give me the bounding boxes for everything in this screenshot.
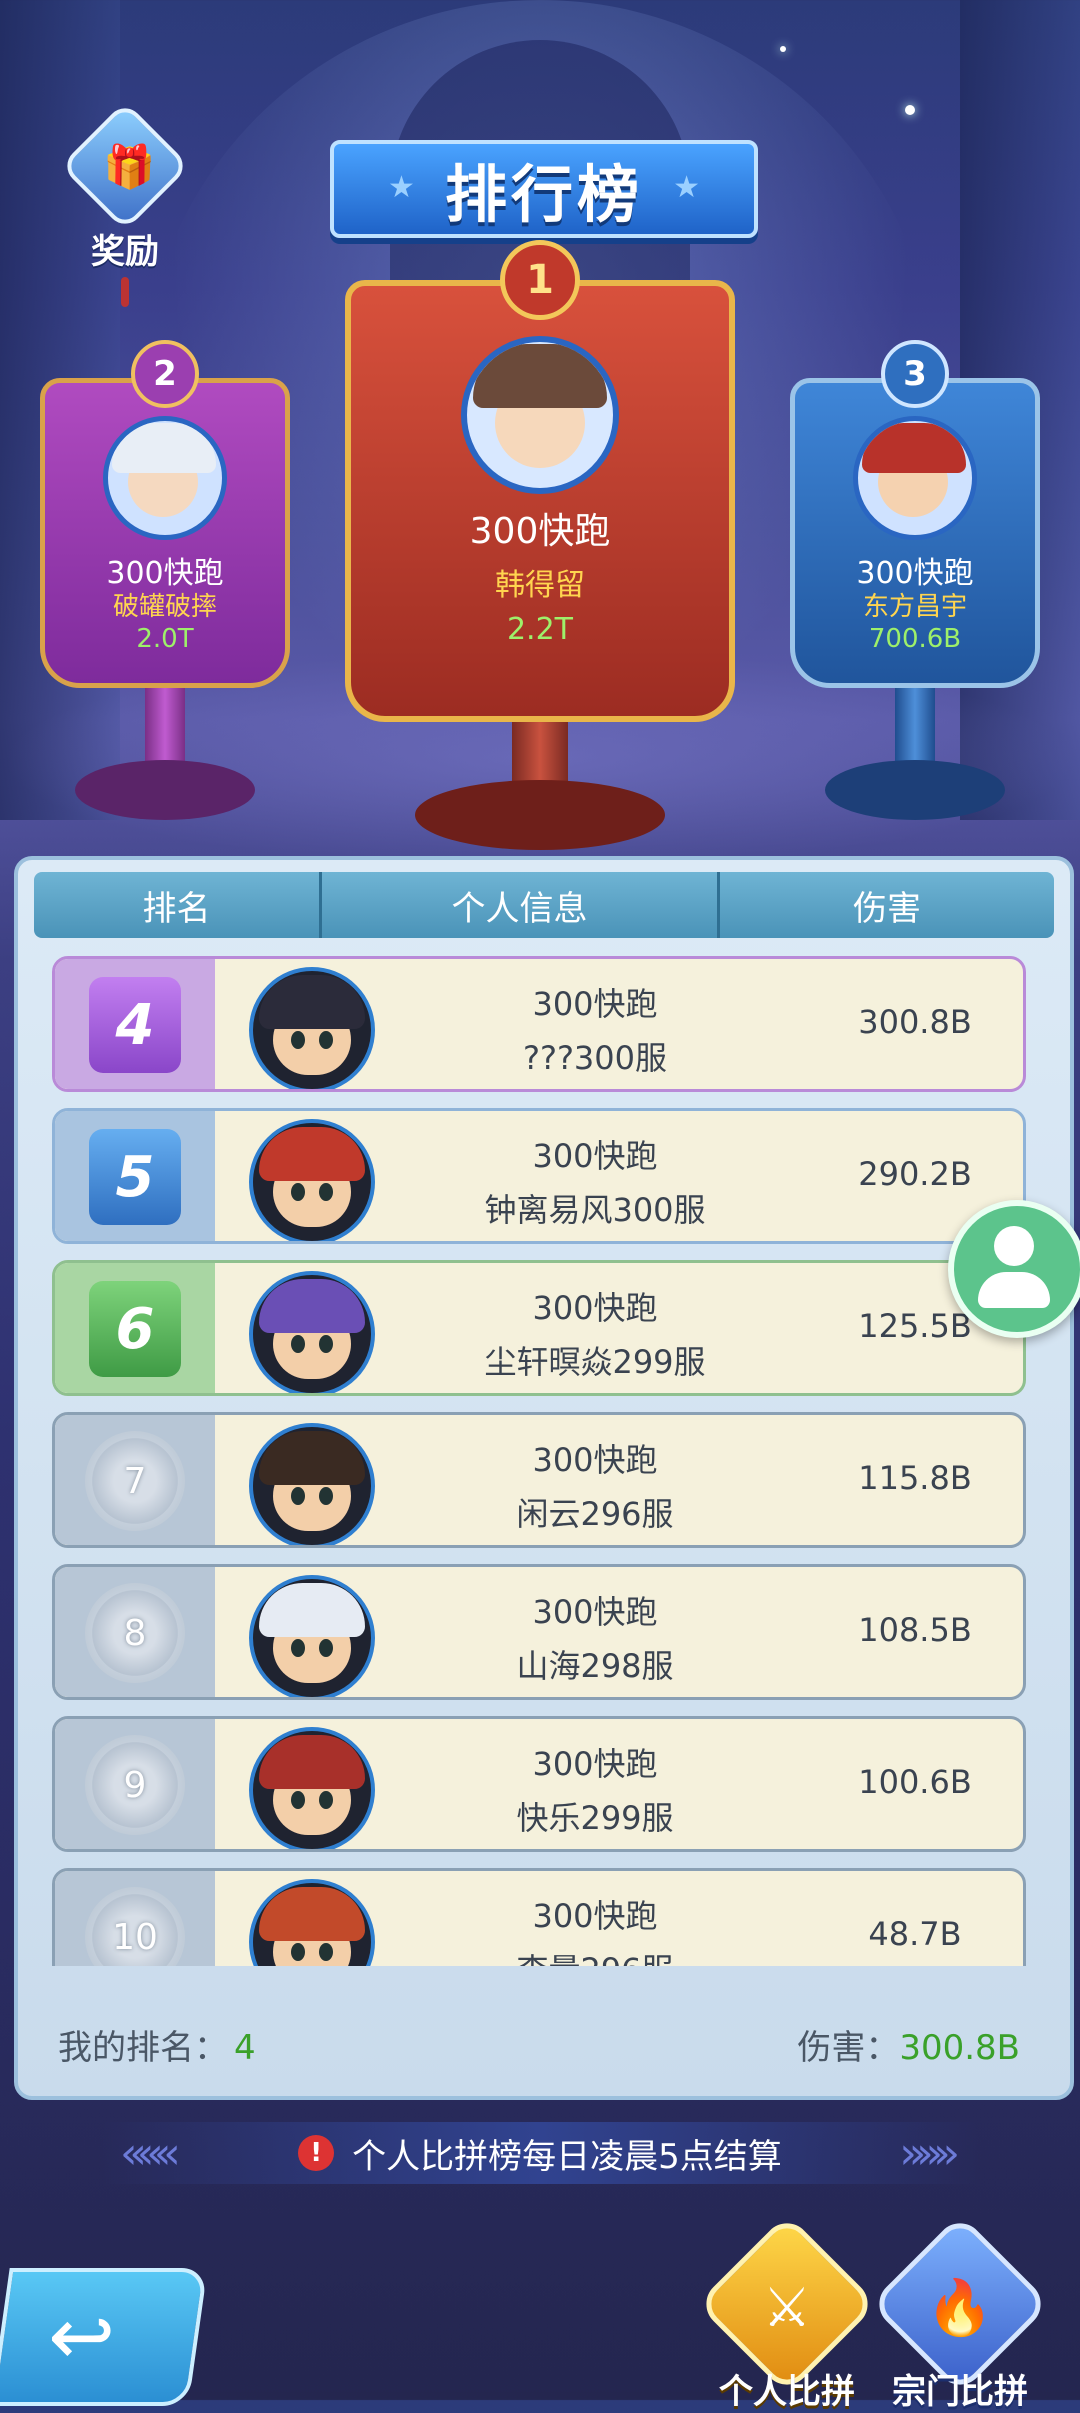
settlement-notice: ««« ! 个人比拼榜每日凌晨5点结算 »»» (100, 2122, 980, 2184)
avatar (249, 1423, 375, 1545)
chevron-left-icon: ««« (120, 2128, 181, 2179)
table-header: 排名 个人信息 伤害 (34, 872, 1054, 938)
sparkle (780, 46, 786, 52)
table-row[interactable]: 4 300快跑 ???300服 300.8B (52, 956, 1026, 1092)
player-server: 300快跑 (532, 1745, 658, 1783)
my-rank-label: 我的排名： (58, 2028, 228, 2068)
podium-player-name: 破罐破摔 (112, 592, 217, 622)
player-damage: 100.6B (858, 1763, 972, 1801)
player-damage: 290.2B (858, 1155, 972, 1193)
table-row[interactable]: 6 300快跑 尘轩暝焱299服 125.5B (52, 1260, 1026, 1396)
rank-medal: 5 (89, 1129, 181, 1225)
tassel-icon (121, 277, 129, 307)
my-rank: 我的排名： 4 (58, 2020, 256, 2069)
notice-text: 个人比拼榜每日凌晨5点结算 (352, 2136, 782, 2177)
podium-damage: 700.6B (868, 624, 962, 654)
player-name: 尘轩暝焱299服 (484, 1343, 706, 1381)
rank-badge: 2 (131, 340, 199, 408)
player-name: 山海298服 (516, 1647, 674, 1685)
tab-sect-competition[interactable]: 🔥 宗门比拼 (869, 2213, 1051, 2412)
podium-base (825, 760, 1005, 820)
table-row[interactable]: 7 300快跑 闲云296服 115.8B (52, 1412, 1026, 1548)
podium-rank-2[interactable]: 2 300快跑 破罐破摔 2.0T (40, 330, 290, 840)
table-row[interactable]: 9 300快跑 快乐299服 100.6B (52, 1716, 1026, 1852)
my-rank-value: 4 (234, 2028, 256, 2068)
player-server: 300快跑 (532, 1593, 658, 1631)
page-title-banner: ★ 排行榜 ★ (330, 140, 758, 238)
player-name: 李量296服 (405, 1945, 785, 1966)
avatar (249, 1879, 375, 1966)
tab-label: 宗门比拼 (892, 2372, 1028, 2412)
player-server: 300快跑 (532, 1289, 658, 1327)
ranking-list[interactable]: 4 300快跑 ???300服 300.8B 5 300快跑 钟离易风300服 … (38, 956, 1048, 1966)
flame-icon: 🔥 (926, 2276, 994, 2339)
podium-rank-3[interactable]: 3 300快跑 东方昌宇 700.6B (790, 330, 1040, 840)
header-info: 个人信息 (322, 872, 720, 938)
ranking-panel: 排名 个人信息 伤害 4 300快跑 ???300服 300.8B 5 300快… (14, 856, 1074, 2100)
podium-damage: 2.0T (136, 624, 194, 654)
player-damage: 48.7B (868, 1915, 962, 1953)
rank-emblem: 8 (85, 1583, 185, 1683)
podium-player-name: 东方昌宇 (862, 592, 967, 622)
rank-badge: 1 (500, 240, 580, 320)
star-icon: ★ (388, 170, 415, 205)
avatar (103, 416, 227, 540)
table-row[interactable]: 8 300快跑 山海298服 108.5B (52, 1564, 1026, 1700)
tab-label: 个人比拼 (719, 2372, 855, 2412)
table-row[interactable]: 5 300快跑 钟离易风300服 290.2B (52, 1108, 1026, 1244)
sword-icon: ⚔ (762, 2276, 812, 2339)
reward-label: 奖励 (91, 232, 159, 272)
back-button[interactable]: ↩ (0, 2268, 208, 2406)
player-damage: 108.5B (858, 1611, 972, 1649)
player-server: 300快跑 (532, 1441, 658, 1479)
avatar (249, 1727, 375, 1849)
avatar (249, 967, 375, 1089)
player-name: 钟离易风300服 (484, 1191, 706, 1229)
reward-button[interactable]: 🎁 奖励 (59, 100, 191, 307)
my-damage-label: 伤害： (797, 2028, 900, 2068)
avatar (461, 336, 619, 494)
avatar (249, 1271, 375, 1393)
star-icon: ★ (673, 170, 700, 205)
podium-rank-1[interactable]: 1 300快跑 韩得留 2.2T (345, 240, 735, 860)
player-server: 300快跑 (532, 1897, 658, 1935)
podium-player-name: 韩得留 (495, 568, 585, 603)
avatar (249, 1119, 375, 1241)
chevron-right-icon: »»» (899, 2128, 960, 2179)
podium-base (415, 780, 665, 850)
rank-emblem: 7 (85, 1431, 185, 1531)
player-name: 快乐299服 (516, 1799, 674, 1837)
avatar (249, 1575, 375, 1697)
page-title: 排行榜 (444, 158, 643, 231)
rank-badge: 3 (881, 340, 949, 408)
player-damage: 115.8B (858, 1459, 972, 1497)
player-server: 300快跑 (532, 1137, 658, 1175)
sparkle (905, 105, 915, 115)
avatar (853, 416, 977, 540)
player-damage: 300.8B (858, 1003, 972, 1041)
table-row[interactable]: 10 300快跑 李量296服 48.7B (52, 1868, 1026, 1966)
player-server: 300快跑 (532, 985, 658, 1023)
rank-medal: 4 (89, 977, 181, 1073)
podium-base (75, 760, 255, 820)
player-name: ???300服 (522, 1039, 668, 1077)
header-rank: 排名 (34, 872, 322, 938)
tab-personal-competition[interactable]: ⚔ 个人比拼 (696, 2213, 878, 2412)
alert-icon: ! (298, 2135, 335, 2171)
gift-icon: 🎁 (103, 142, 156, 191)
my-damage-value: 300.8B (899, 2028, 1020, 2068)
rank-medal: 6 (89, 1281, 181, 1377)
player-name: 闲云296服 (516, 1495, 674, 1533)
person-icon[interactable] (948, 1200, 1080, 1338)
my-damage: 伤害：300.8B (797, 2020, 1020, 2069)
back-arrow-icon: ↩ (48, 2290, 116, 2383)
podium-damage: 2.2T (506, 612, 574, 647)
podium-server: 300快跑 (469, 511, 611, 552)
rank-emblem: 9 (85, 1735, 185, 1835)
header-damage: 伤害 (853, 888, 921, 929)
